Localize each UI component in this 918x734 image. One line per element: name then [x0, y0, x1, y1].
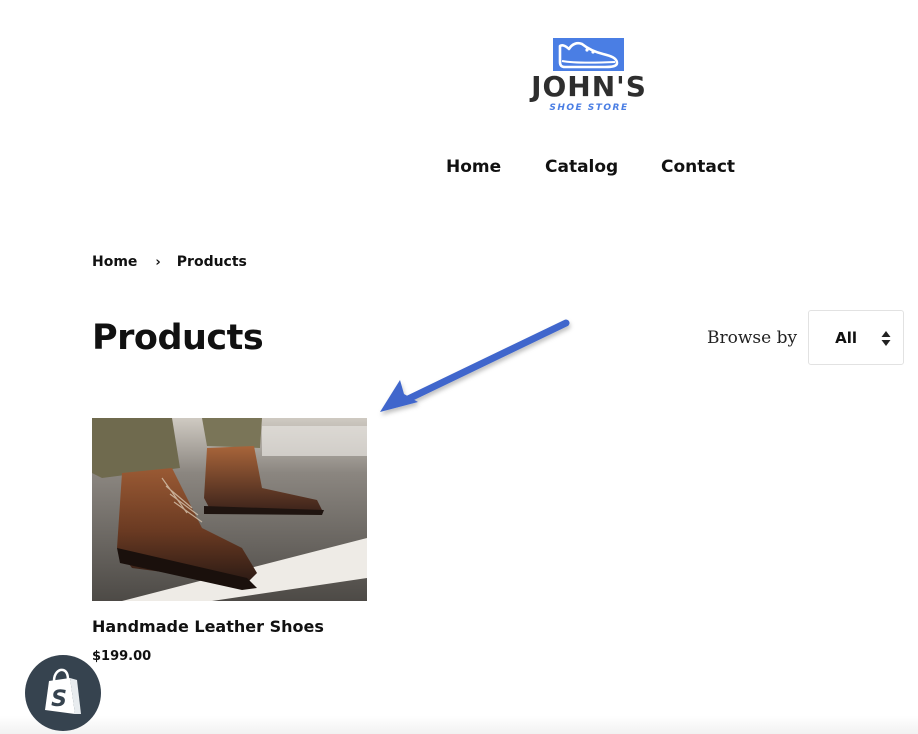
product-title[interactable]: Handmade Leather Shoes	[92, 617, 367, 637]
store-logo[interactable]: JOHN'S SHOE STORE	[524, 36, 654, 120]
nav-contact[interactable]: Contact	[661, 156, 735, 178]
shopify-bag-icon: S	[45, 668, 81, 714]
nav-home[interactable]: Home	[446, 156, 501, 178]
svg-text:S: S	[51, 687, 67, 712]
chevron-right-icon: ›	[155, 254, 161, 270]
product-card[interactable]: Handmade Leather Shoes $199.00	[92, 418, 367, 664]
breadcrumb-home[interactable]: Home	[92, 254, 137, 270]
browse-by-select[interactable]: All	[808, 310, 905, 365]
breadcrumb-current: Products	[176, 254, 247, 270]
browse-by-filter: Browse by All	[707, 310, 905, 365]
breadcrumb: Home › Products	[92, 254, 247, 270]
sneaker-icon	[553, 38, 624, 71]
product-image[interactable]	[92, 418, 367, 601]
logo-name: JOHN'S	[531, 70, 647, 103]
up-down-caret-icon	[881, 331, 891, 346]
select-value: All	[835, 328, 857, 347]
product-price: $199.00	[92, 649, 152, 664]
bottom-shade	[0, 716, 918, 734]
nav-catalog[interactable]: Catalog	[545, 156, 618, 178]
arrow-pointing-to-product-icon	[380, 319, 570, 412]
browse-by-label: Browse by	[707, 327, 798, 348]
shopify-badge[interactable]: S	[25, 655, 101, 731]
page-title: Products	[92, 318, 264, 358]
logo-tagline: SHOE STORE	[549, 103, 629, 113]
